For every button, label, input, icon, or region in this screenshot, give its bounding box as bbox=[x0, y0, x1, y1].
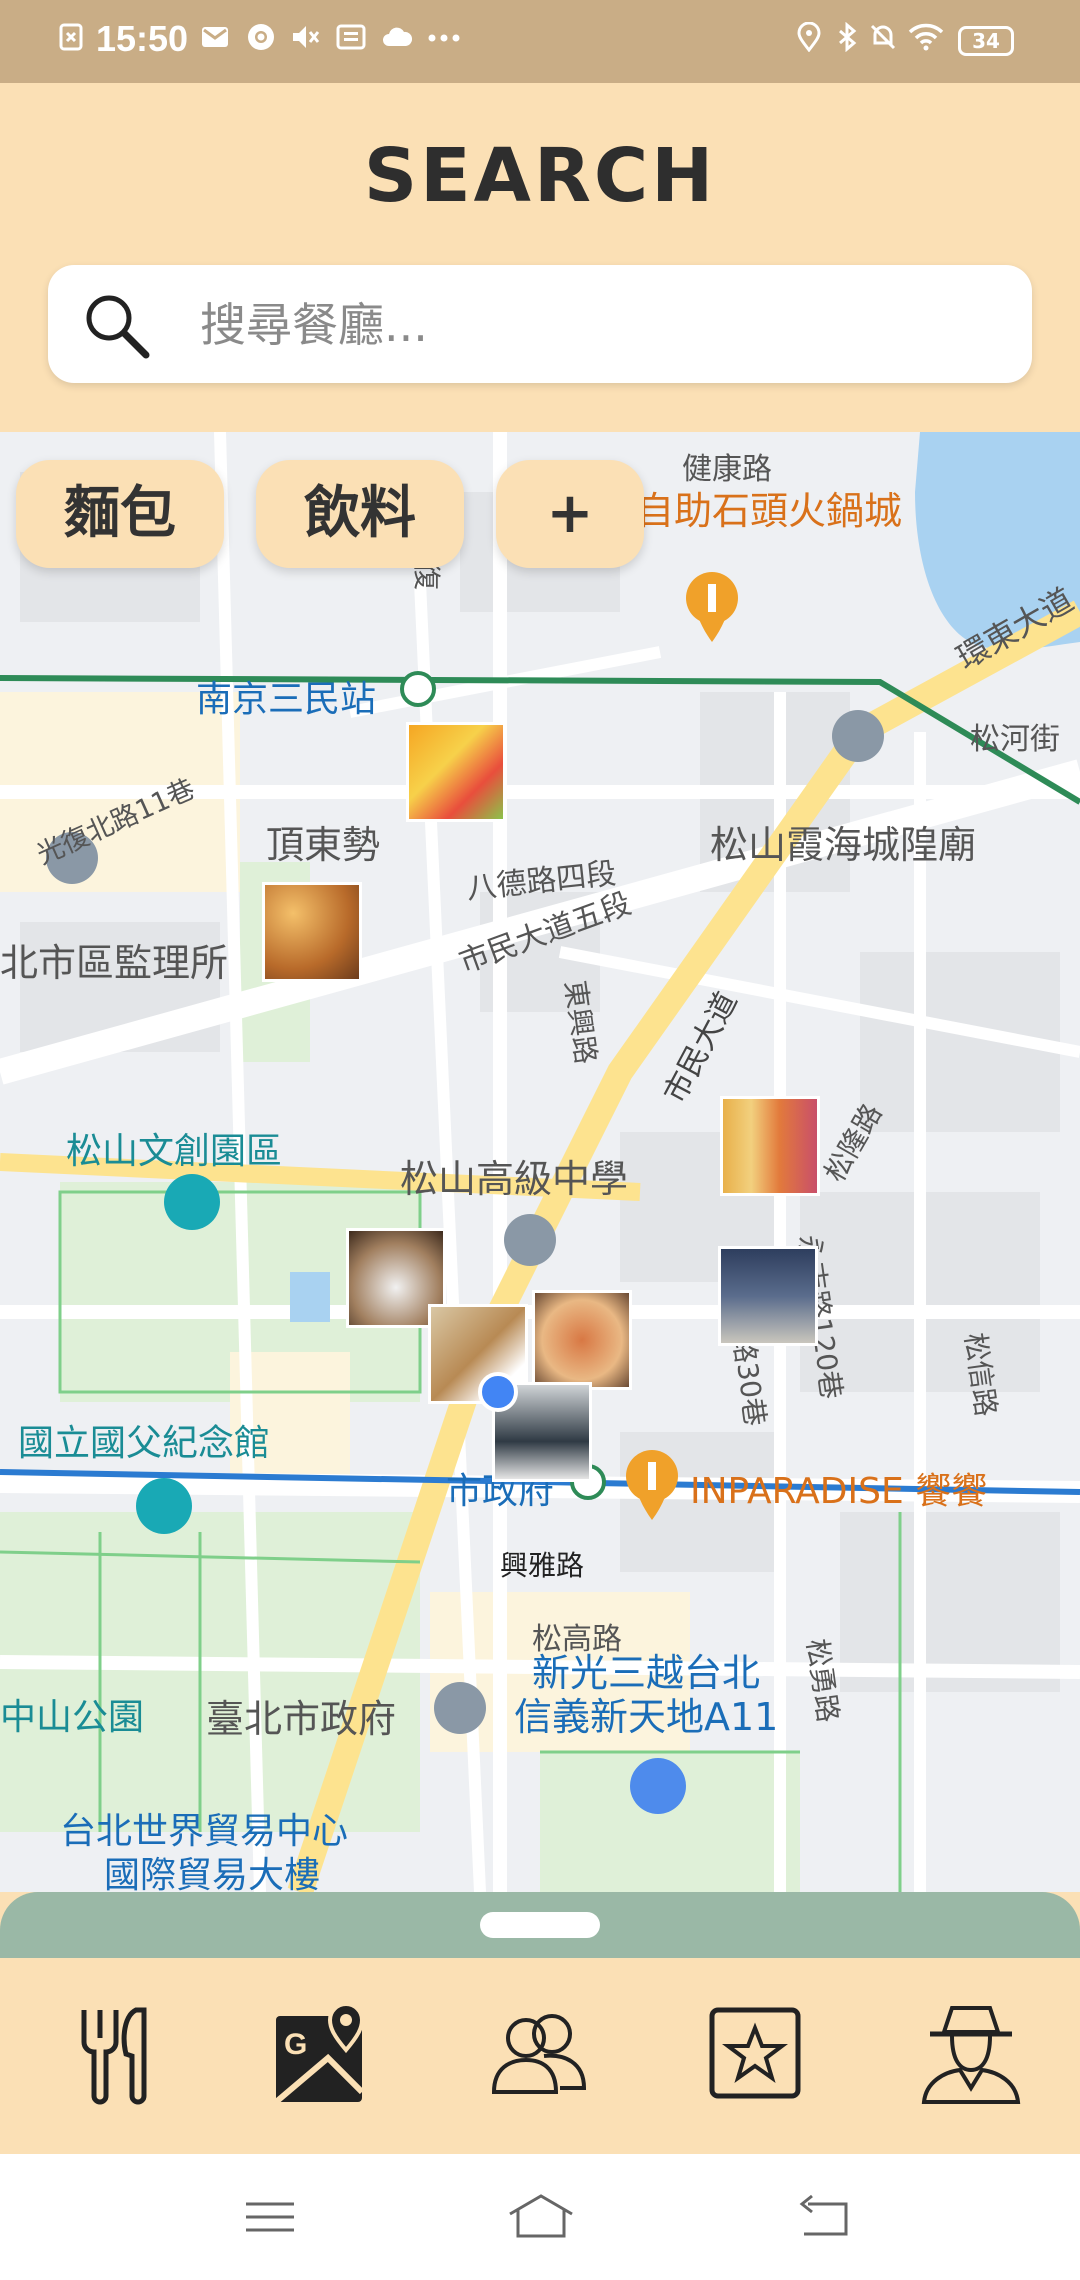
restaurant-marker-grill[interactable] bbox=[532, 1290, 632, 1390]
label-cityhall[interactable]: 臺北市政府 bbox=[206, 1688, 396, 1743]
home-icon[interactable] bbox=[506, 2192, 576, 2242]
back-icon[interactable] bbox=[794, 2192, 854, 2242]
wifi-icon bbox=[908, 22, 944, 52]
user-location-dot bbox=[478, 1372, 518, 1412]
system-nav-bar bbox=[0, 2154, 1080, 2280]
dnd-icon bbox=[868, 22, 898, 52]
bluetooth-icon bbox=[832, 21, 862, 53]
chrome-icon bbox=[246, 22, 276, 52]
label-xingya: 興雅路 bbox=[500, 1549, 585, 1582]
label-temple[interactable]: 松山霞海城隍廟 bbox=[710, 814, 976, 869]
map-icon[interactable]: G bbox=[268, 1998, 378, 2108]
chip-add[interactable]: + bbox=[496, 460, 644, 568]
label-songhe: 松河街 bbox=[970, 722, 1060, 757]
search-input[interactable] bbox=[198, 291, 1002, 359]
cloud-icon bbox=[382, 22, 413, 52]
location-icon bbox=[794, 21, 824, 53]
search-bar[interactable] bbox=[48, 265, 1032, 383]
restaurant-marker-tea[interactable] bbox=[720, 1096, 820, 1196]
label-dingdong: 頂東勢 bbox=[266, 823, 381, 867]
label-wenchuang[interactable]: 松山文創園區 bbox=[66, 1122, 282, 1174]
sheet-handle[interactable] bbox=[480, 1912, 600, 1938]
menu-icon[interactable] bbox=[240, 2192, 300, 2242]
label-hotpot[interactable]: 自助石頭火鍋城 bbox=[636, 480, 902, 535]
label-highschool[interactable]: 松山高級中學 bbox=[400, 1148, 628, 1203]
svg-text:G: G bbox=[284, 2028, 307, 2061]
mail-icon bbox=[200, 22, 230, 52]
status-time: 15:50 bbox=[96, 18, 189, 59]
label-a11[interactable]: 信義新天地A11 bbox=[514, 1686, 778, 1741]
restaurant-icon[interactable] bbox=[54, 1998, 164, 2108]
label-jianguan: 北市區監理所 bbox=[0, 941, 229, 985]
label-zhongshan[interactable]: 中山公園 bbox=[0, 1688, 144, 1740]
chip-bread[interactable]: 麵包 bbox=[16, 460, 224, 568]
map-view[interactable]: 健康路 自助石頭火鍋城 環東大道 南京三民站 松河街 光復北路11巷 頂東勢 八… bbox=[0, 432, 1080, 1892]
battery-indicator: 34 bbox=[958, 26, 1014, 56]
label-inparadise[interactable]: INPARADISE 饗饗 bbox=[690, 1462, 987, 1514]
restaurant-marker-bakery[interactable] bbox=[262, 882, 362, 982]
label-sysmemorial[interactable]: 國立國父紀念館 bbox=[18, 1414, 270, 1466]
chip-drinks[interactable]: 飲料 bbox=[256, 460, 464, 568]
more-icon bbox=[426, 22, 460, 52]
favorites-icon[interactable] bbox=[700, 1998, 810, 2108]
header: SEARCH bbox=[0, 83, 1080, 433]
label-wtc2[interactable]: 國際貿易大樓 bbox=[104, 1846, 320, 1892]
bottom-nav: G bbox=[0, 1958, 1080, 2154]
notification-icon bbox=[56, 22, 86, 52]
friends-icon[interactable] bbox=[484, 1998, 594, 2108]
message-icon bbox=[336, 22, 366, 52]
page-title: SEARCH bbox=[363, 133, 717, 219]
restaurant-marker-juice[interactable] bbox=[406, 722, 506, 822]
bottom-sheet[interactable] bbox=[0, 1892, 1080, 1958]
profile-icon[interactable] bbox=[916, 1998, 1026, 2108]
search-icon bbox=[82, 291, 152, 361]
status-bar: 15:50 34 bbox=[0, 0, 1080, 83]
label-nanjing-station[interactable]: 南京三民站 bbox=[196, 670, 376, 722]
restaurant-marker-cafe[interactable] bbox=[718, 1246, 818, 1346]
mute-icon bbox=[290, 22, 320, 52]
